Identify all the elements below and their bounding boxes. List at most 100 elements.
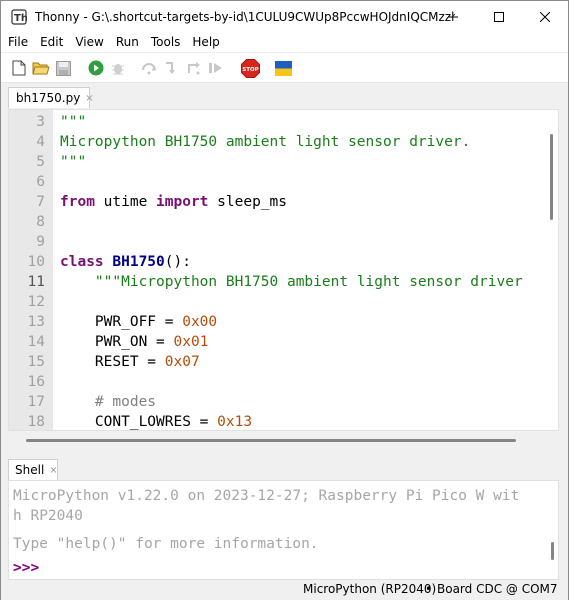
token-num: 0x13: [217, 414, 253, 430]
menu-tools[interactable]: Tools: [144, 32, 186, 52]
menu-help[interactable]: Help: [185, 32, 224, 52]
editor-horizontal-scrollbar[interactable]: [26, 439, 516, 442]
code-text: """Micropython BH1750 ambient light sens…: [60, 272, 523, 292]
shell-help-hint: Type "help()" for more information.: [13, 536, 319, 552]
new-file-icon: [12, 60, 26, 76]
code-text: PWR_ON = 0x01: [60, 332, 209, 352]
token-plain: sleep_ms: [208, 194, 287, 210]
line-number: 8: [36, 214, 45, 230]
shell-vertical-scrollbar[interactable]: [551, 542, 554, 560]
token-kw: import: [156, 194, 209, 210]
title-bar: Th Thonny - G:\.shortcut-targets-by-id\1…: [1, 1, 568, 32]
code-text: Micropython BH1750 ambient light sensor …: [60, 132, 470, 152]
code-line[interactable]: 3 """: [9, 112, 558, 132]
code-line[interactable]: 9: [9, 232, 558, 252]
thonny-window: Th Thonny - G:\.shortcut-targets-by-id\1…: [0, 0, 569, 600]
token-plain: CONT_LOWRES =: [60, 414, 218, 430]
tab-label: bh1750.py: [16, 91, 81, 105]
code-line[interactable]: 13 PWR_OFF = 0x00: [9, 312, 558, 332]
code-line[interactable]: 18 CONT_LOWRES = 0x13: [9, 412, 558, 430]
menu-run[interactable]: Run: [109, 32, 144, 52]
code-line[interactable]: 11 """Micropython BH1750 ambient light s…: [9, 272, 558, 292]
code-line[interactable]: 14 PWR_ON = 0x01: [9, 332, 558, 352]
step-out-icon: [188, 62, 200, 75]
token-str: """Micropython BH1750 ambient light sens…: [94, 274, 523, 290]
step-into-icon: [166, 62, 175, 74]
minimize-button[interactable]: [430, 1, 476, 32]
shell-banner-line-2: h RP2040: [13, 508, 83, 524]
token-num: 0x01: [173, 334, 209, 350]
close-icon: [540, 11, 550, 22]
menu-bar: File Edit View Run Tools Help: [1, 32, 568, 52]
resume-button[interactable]: [207, 59, 225, 77]
line-number: 14: [27, 334, 45, 350]
code-editor[interactable]: 3 """ 4 Micropython BH1750 ambient light se…: [8, 109, 559, 431]
stop-button[interactable]: STOP: [240, 58, 260, 78]
token-plain: RESET =: [60, 354, 165, 370]
code-line[interactable]: 10 class BH1750():: [9, 252, 558, 272]
code-line[interactable]: 16: [9, 372, 558, 392]
port-selector[interactable]: Board CDC @ COM7 ≡: [437, 582, 568, 600]
new-file-button[interactable]: [10, 59, 28, 77]
tab-close-icon[interactable]: ×: [85, 93, 93, 104]
line-number: 12: [27, 294, 45, 310]
shell-console[interactable]: MicroPython v1.22.0 on 2023-12-27; Raspb…: [8, 480, 559, 580]
code-line[interactable]: 4 Micropython BH1750 ambient light sensor…: [9, 132, 558, 152]
code-text: """: [60, 152, 86, 172]
save-button[interactable]: [54, 59, 72, 77]
tab-shell[interactable]: Shell ×: [8, 459, 58, 480]
save-icon: [55, 60, 71, 76]
ukraine-support-button[interactable]: [274, 59, 292, 77]
line-number: 13: [27, 314, 45, 330]
shell-tab-strip: Shell ×: [1, 456, 568, 480]
step-over-button[interactable]: [141, 59, 159, 77]
code-line[interactable]: 8: [9, 212, 558, 232]
step-out-button[interactable]: [185, 59, 203, 77]
shell-tab-close-icon[interactable]: ×: [49, 465, 57, 476]
menu-edit[interactable]: Edit: [33, 32, 68, 52]
code-line[interactable]: 6: [9, 172, 558, 192]
step-into-button[interactable]: [163, 59, 181, 77]
maximize-icon: [494, 11, 504, 22]
shell-tab-label: Shell: [15, 463, 45, 477]
code-text: RESET = 0x07: [60, 352, 200, 372]
interpreter-selector[interactable]: MicroPython (RP2040): [303, 582, 436, 596]
line-number: 17: [27, 394, 45, 410]
thonny-app-icon: Th: [11, 8, 27, 25]
run-button[interactable]: [87, 59, 105, 77]
code-line[interactable]: 12: [9, 292, 558, 312]
debug-button[interactable]: [109, 59, 127, 77]
editor-vertical-scrollbar[interactable]: [550, 134, 553, 220]
line-number: 4: [36, 134, 45, 150]
code-line[interactable]: 5 """: [9, 152, 558, 172]
maximize-button[interactable]: [476, 1, 522, 32]
open-file-button[interactable]: [32, 59, 50, 77]
code-text: """: [60, 112, 86, 132]
line-number: 7: [36, 194, 45, 210]
editor-horizontal-scroll-area: [8, 431, 559, 451]
token-plain: PWR_OFF =: [60, 314, 183, 330]
close-window-button[interactable]: [522, 1, 568, 32]
editor-tab-strip: bh1750.py ×: [1, 83, 568, 108]
shell-prompt[interactable]: >>>: [13, 558, 39, 578]
code-text: from utime import sleep_ms: [60, 192, 287, 212]
code-text: class BH1750():: [60, 252, 191, 272]
menu-view[interactable]: View: [68, 32, 108, 52]
run-icon: [88, 60, 104, 76]
line-number: 6: [36, 174, 45, 190]
token-kw: from: [60, 194, 95, 210]
line-number: 15: [27, 354, 45, 370]
menu-file[interactable]: File: [1, 32, 33, 52]
code-line[interactable]: 7 from utime import sleep_ms: [9, 192, 558, 212]
token-str: Micropython BH1750 ambient light sensor …: [60, 134, 471, 150]
code-text: CONT_LOWRES = 0x13: [60, 412, 253, 430]
resume-icon: [209, 63, 222, 73]
code-line[interactable]: 17 # modes: [9, 392, 558, 412]
token-num: 0x07: [164, 354, 200, 370]
code-area[interactable]: 3 """ 4 Micropython BH1750 ambient light se…: [9, 112, 558, 430]
status-separator: •: [425, 582, 433, 596]
tab-bh1750-py[interactable]: bh1750.py ×: [8, 87, 94, 108]
code-line[interactable]: 15 RESET = 0x07: [9, 352, 558, 372]
line-number: 16: [27, 374, 45, 390]
